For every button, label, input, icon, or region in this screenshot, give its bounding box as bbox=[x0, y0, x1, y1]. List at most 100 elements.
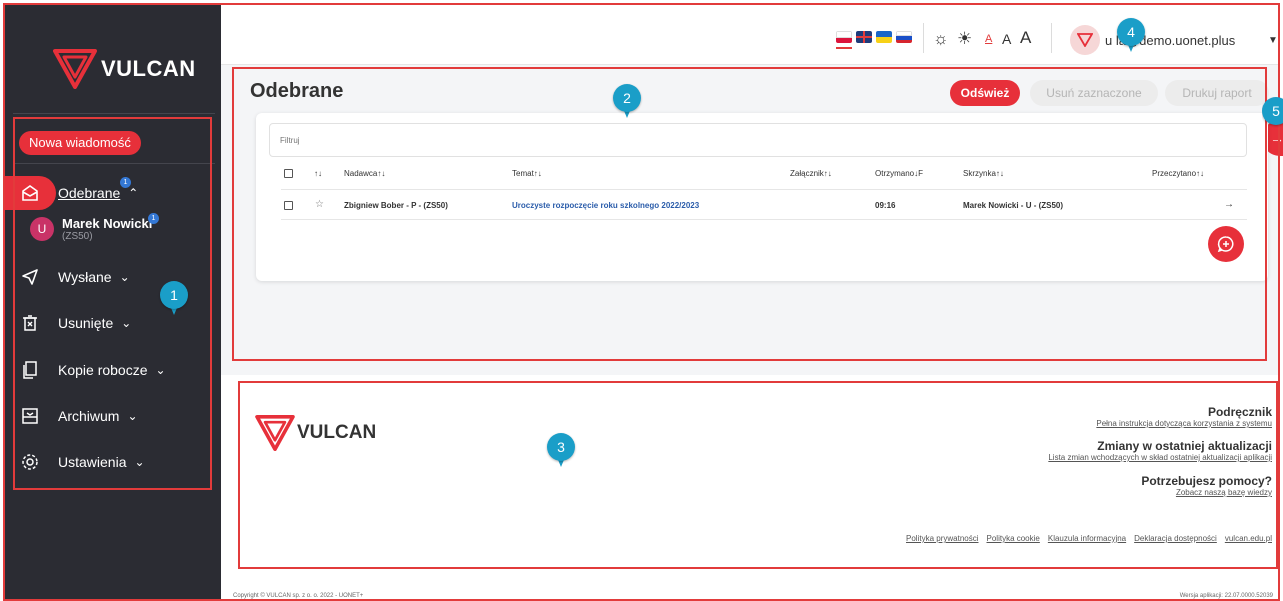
divider bbox=[923, 23, 924, 53]
gear-icon bbox=[20, 452, 40, 472]
footer-link[interactable]: vulcan.edu.pl bbox=[1225, 534, 1272, 543]
new-message-fab[interactable] bbox=[1208, 226, 1244, 262]
sidebar-divider bbox=[13, 163, 215, 164]
row-received: 09:16 bbox=[875, 201, 896, 210]
sidebar-item-label: Odebrane bbox=[58, 185, 121, 201]
chevron-down-icon: ⌄ bbox=[134, 455, 145, 469]
new-message-icon bbox=[1217, 236, 1234, 253]
language-switcher bbox=[836, 31, 912, 43]
footer-brand: VULCAN bbox=[255, 415, 376, 451]
refresh-button[interactable]: Odśwież bbox=[950, 80, 1020, 106]
footer-brand-name: VULCAN bbox=[297, 422, 377, 443]
open-arrow-icon[interactable]: → bbox=[1224, 199, 1234, 210]
footer-links: Polityka prywatności Polityka cookie Kla… bbox=[906, 534, 1272, 543]
footer: VULCAN Podręcznik Pełna instrukcja dotyc… bbox=[240, 385, 1278, 567]
row-sender: Zbigniew Bober - P - (ZS50) bbox=[344, 201, 448, 210]
footer-changes: Zmiany w ostatniej aktualizacji Lista zm… bbox=[1048, 439, 1272, 462]
column-received[interactable]: Otrzymano↓F bbox=[875, 169, 923, 178]
brand-name: VULCAN bbox=[101, 56, 196, 81]
flag-en-icon[interactable] bbox=[856, 31, 872, 43]
send-icon bbox=[20, 267, 40, 287]
footer-changes-title: Zmiany w ostatniej aktualizacji bbox=[1097, 439, 1272, 453]
divider bbox=[1051, 23, 1052, 53]
row-mailbox: Marek Nowicki - U - (ZS50) bbox=[963, 201, 1064, 210]
app-version: Wersja aplikacji: 22.07.0000.52039 bbox=[1179, 593, 1273, 599]
footer-help-title: Potrzebujesz pomocy? bbox=[1141, 474, 1272, 488]
footer-manual-title: Podręcznik bbox=[1207, 405, 1272, 419]
chevron-down-icon: ⌄ bbox=[155, 363, 166, 377]
flag-ua-icon[interactable] bbox=[876, 31, 892, 43]
unread-badge: 1 bbox=[120, 177, 131, 188]
column-attachment[interactable]: Załącznik↑↓ bbox=[790, 169, 832, 178]
marker-3: 3 bbox=[547, 433, 575, 467]
copyright: Copyright © VULCAN sp. z o. o. 2022 - UO… bbox=[233, 593, 364, 599]
sidebar-item-label: Ustawienia bbox=[58, 454, 127, 470]
chevron-down-icon: ⌄ bbox=[119, 270, 130, 284]
font-size-medium[interactable]: A bbox=[1002, 31, 1011, 47]
footer-help-link[interactable]: Zobacz naszą bazę wiedzy bbox=[1141, 488, 1272, 497]
sidebar-item-label: Kopie robocze bbox=[58, 362, 148, 378]
print-report-button[interactable]: Drukuj raport bbox=[1165, 80, 1269, 106]
sub-user-school: (ZS50) bbox=[62, 231, 93, 242]
vulcan-logo-icon bbox=[255, 415, 295, 451]
sidebar-item-label: Usunięte bbox=[58, 315, 114, 331]
delete-selected-button[interactable]: Usuń zaznaczone bbox=[1030, 80, 1158, 106]
marker-4: 4 bbox=[1117, 18, 1145, 52]
archive-icon bbox=[20, 406, 40, 426]
column-read[interactable]: Przeczytano↑↓ bbox=[1152, 169, 1204, 178]
flag-pl-icon[interactable] bbox=[836, 31, 852, 43]
sort-icon[interactable]: ↑↓ bbox=[314, 169, 322, 178]
sidebar-divider bbox=[13, 113, 215, 114]
row-subject[interactable]: Uroczyste rozpoczęcie roku szkolnego 202… bbox=[512, 201, 699, 210]
flag-ru-icon[interactable] bbox=[896, 31, 912, 43]
sidebar-item-archiwum[interactable]: Archiwum ⌄ bbox=[0, 401, 216, 431]
sidebar: VULCAN Nowa wiadomość bbox=[5, 5, 221, 601]
footer-manual: Podręcznik Pełna instrukcja dotycząca ko… bbox=[1096, 405, 1272, 428]
new-message-button[interactable]: Nowa wiadomość bbox=[19, 131, 141, 155]
sidebar-subitem-user[interactable]: U Marek Nowicki (ZS50) bbox=[30, 216, 152, 242]
user-avatar[interactable] bbox=[1070, 25, 1100, 55]
footer-help: Potrzebujesz pomocy? Zobacz naszą bazę w… bbox=[1141, 474, 1272, 497]
marker-5: 5 bbox=[1262, 97, 1283, 131]
star-icon[interactable]: ☆ bbox=[315, 199, 324, 210]
chevron-up-icon: ⌃ bbox=[128, 186, 139, 200]
inbox-icon bbox=[20, 183, 40, 203]
caret-down-icon[interactable]: ▼ bbox=[1268, 35, 1278, 46]
font-size-large[interactable]: A bbox=[1020, 28, 1031, 48]
footer-link[interactable]: Polityka prywatności bbox=[906, 534, 978, 543]
filter-input[interactable] bbox=[269, 123, 1247, 157]
sidebar-item-label: Archiwum bbox=[58, 408, 120, 424]
sidebar-item-ustawienia[interactable]: Ustawienia ⌄ bbox=[0, 447, 216, 477]
sidebar-item-odebrane[interactable]: Odebrane ⌃ bbox=[0, 178, 216, 208]
vulcan-logo-icon bbox=[53, 49, 97, 89]
column-mailbox[interactable]: Skrzynka↑↓ bbox=[963, 169, 1004, 178]
column-subject[interactable]: Temat↑↓ bbox=[512, 169, 542, 178]
contrast-icon[interactable]: ☀ bbox=[957, 29, 972, 49]
footer-link[interactable]: Deklaracja dostępności bbox=[1134, 534, 1217, 543]
row-checkbox[interactable] bbox=[284, 201, 293, 210]
sub-user-name: Marek Nowicki bbox=[62, 216, 153, 231]
column-sender[interactable]: Nadawca↑↓ bbox=[344, 169, 385, 178]
avatar: U bbox=[30, 217, 54, 241]
trash-icon bbox=[20, 313, 40, 333]
footer-link[interactable]: Klauzula informacyjna bbox=[1048, 534, 1126, 543]
page-title: Odebrane bbox=[250, 80, 344, 102]
brand[interactable]: VULCAN bbox=[53, 49, 196, 89]
drafts-icon bbox=[20, 360, 40, 380]
footer-manual-link[interactable]: Pełna instrukcja dotycząca korzystania z… bbox=[1096, 419, 1272, 428]
footer-link[interactable]: Polityka cookie bbox=[987, 534, 1040, 543]
unread-badge: 1 bbox=[148, 213, 159, 224]
divider bbox=[281, 219, 1247, 220]
table-header: ↑↓ Nadawca↑↓ Temat↑↓ Załącznik↑↓ Otrzyma… bbox=[256, 165, 1268, 185]
sidebar-item-label: Wysłane bbox=[58, 269, 112, 285]
table-row[interactable]: ☆ Zbigniew Bober - P - (ZS50) Uroczyste … bbox=[256, 197, 1268, 217]
font-size-small[interactable]: A bbox=[985, 33, 992, 45]
select-all-checkbox[interactable] bbox=[284, 169, 293, 178]
divider bbox=[281, 189, 1247, 190]
footer-changes-link[interactable]: Lista zmian wchodzących w skład ostatnie… bbox=[1048, 453, 1272, 462]
marker-1: 1 bbox=[160, 281, 188, 315]
chevron-down-icon: ⌄ bbox=[121, 316, 132, 330]
sidebar-item-kopie-robocze[interactable]: Kopie robocze ⌄ bbox=[0, 355, 216, 385]
active-language-indicator bbox=[836, 47, 852, 49]
brightness-icon[interactable]: ☼ bbox=[933, 29, 949, 49]
